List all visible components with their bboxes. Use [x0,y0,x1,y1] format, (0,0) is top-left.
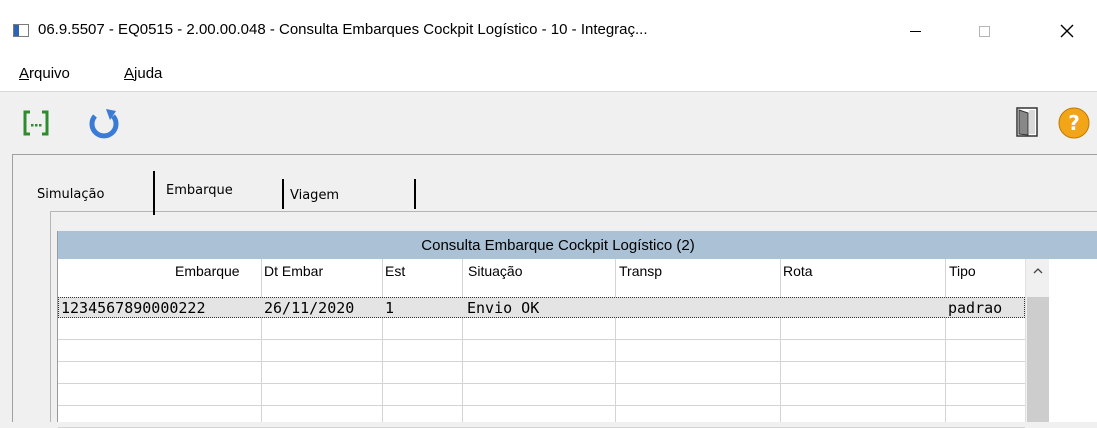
close-icon [1060,24,1074,38]
vertical-scrollbar[interactable] [1025,259,1049,422]
cell-situacao: Envio OK [467,299,540,317]
exit-door-icon[interactable] [1016,107,1038,137]
tab-embarque[interactable]: Embarque [153,171,283,215]
scrollbar-thumb[interactable] [1027,297,1049,422]
minimize-button[interactable] [892,13,938,49]
column-header-tipo[interactable]: Tipo [949,263,976,279]
grid-title-filler [1058,231,1097,259]
menu-bar: Arquivo Ajuda [0,60,1097,92]
refresh-icon[interactable] [86,107,122,141]
maximize-icon [978,25,990,37]
table-row-empty [58,341,1025,362]
maximize-button[interactable] [961,13,1007,49]
table-row-empty [58,319,1025,340]
table-row-empty [58,363,1025,384]
tab-viagem[interactable]: Viagem [282,179,416,209]
table-row[interactable]: 1234567890000222 26/11/2020 1 Envio OK p… [58,297,1025,318]
cell-rota [784,298,944,317]
tab-simulacao[interactable]: Simulação [29,181,155,211]
embarque-grid: Consulta Embarque Cockpit Logístico (2) … [57,231,1097,428]
svg-text:?: ? [1068,111,1080,135]
close-button[interactable] [1044,13,1090,49]
app-icon [13,24,29,37]
scroll-up-icon[interactable] [1026,259,1050,283]
confirm-icon[interactable] [23,110,49,136]
table-row-empty [58,407,1025,428]
cell-transp [619,298,779,317]
cell-est: 1 [385,299,395,317]
window-title: 06.9.5507 - EQ0515 - 2.00.00.048 - Consu… [38,21,648,38]
toolbar: ? [0,92,1097,154]
cell-tipo: padrao [948,299,1003,317]
table-row-empty [58,385,1025,406]
cell-embarque: 1234567890000222 [61,299,206,317]
help-icon[interactable]: ? [1058,107,1090,139]
grid-title: Consulta Embarque Cockpit Logístico (2) [58,231,1058,259]
column-header-dt-embar[interactable]: Dt Embar [264,263,323,279]
title-bar: 06.9.5507 - EQ0515 - 2.00.00.048 - Consu… [0,0,1097,60]
column-header-est[interactable]: Est [385,263,405,279]
column-header-situacao[interactable]: Situação [468,263,522,279]
minimize-icon [909,30,921,32]
column-header-transp[interactable]: Transp [619,263,662,279]
column-header-embarque[interactable]: Embarque [175,263,240,279]
cell-dt-embar: 26/11/2020 [264,299,355,317]
menu-ajuda[interactable]: Ajuda [124,65,162,82]
column-header-rota[interactable]: Rota [783,263,813,279]
menu-arquivo[interactable]: Arquivo [19,65,70,82]
